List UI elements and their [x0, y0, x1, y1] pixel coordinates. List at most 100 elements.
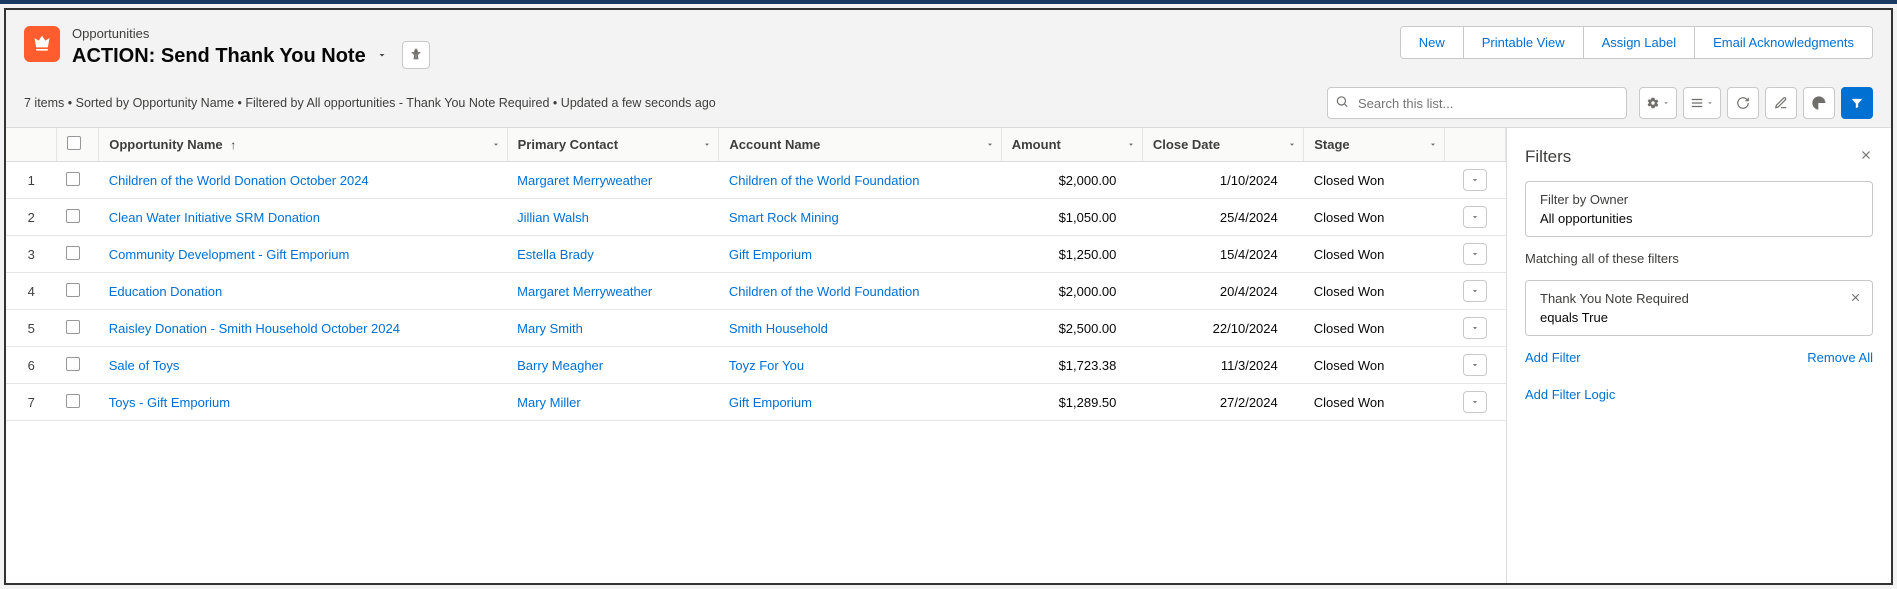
col-stage[interactable]: Stage [1304, 128, 1445, 162]
filter-button[interactable] [1841, 87, 1873, 119]
filter-rule-card[interactable]: Thank You Note Required equals True [1525, 280, 1873, 336]
primary-contact-link[interactable]: Barry Meagher [517, 358, 603, 373]
list-table: Opportunity Name ↑ Primary Contact Accou… [6, 128, 1506, 583]
filter-owner-label: Filter by Owner [1540, 192, 1858, 207]
opportunity-link[interactable]: Community Development - Gift Emporium [109, 247, 350, 262]
add-filter-logic-link[interactable]: Add Filter Logic [1525, 387, 1873, 402]
row-action-button[interactable] [1463, 317, 1487, 339]
row-checkbox[interactable] [66, 283, 80, 297]
opportunity-icon [24, 26, 60, 62]
row-select[interactable] [56, 384, 98, 421]
row-checkbox[interactable] [66, 357, 80, 371]
row-checkbox[interactable] [66, 320, 80, 334]
col-opportunity-name[interactable]: Opportunity Name ↑ [99, 128, 507, 162]
row-action-button[interactable] [1463, 354, 1487, 376]
filter-owner-card[interactable]: Filter by Owner All opportunities [1525, 181, 1873, 237]
col-select-all[interactable] [56, 128, 98, 162]
close-date-cell: 20/4/2024 [1142, 273, 1303, 310]
row-checkbox[interactable] [66, 246, 80, 260]
opportunity-link[interactable]: Children of the World Donation October 2… [109, 173, 369, 188]
row-action-button[interactable] [1463, 243, 1487, 265]
table-row: 4 Education Donation Margaret Merryweather… [6, 273, 1506, 310]
header-action-bar: New Printable View Assign Label Email Ac… [1400, 26, 1873, 59]
col-menu-icon[interactable] [491, 137, 501, 152]
col-primary-contact[interactable]: Primary Contact [507, 128, 719, 162]
list-view-title[interactable]: ACTION: Send Thank You Note [72, 45, 366, 68]
row-checkbox[interactable] [66, 394, 80, 408]
amount-cell: $2,000.00 [1001, 273, 1142, 310]
close-date-cell: 1/10/2024 [1142, 162, 1303, 199]
new-button[interactable]: New [1401, 27, 1463, 58]
account-link[interactable]: Smith Household [729, 321, 828, 336]
email-acknowledgments-button[interactable]: Email Acknowledgments [1694, 27, 1872, 58]
opportunity-link[interactable]: Education Donation [109, 284, 222, 299]
row-select[interactable] [56, 347, 98, 384]
list-view-picker[interactable] [374, 47, 390, 63]
row-action-button[interactable] [1463, 169, 1487, 191]
row-select[interactable] [56, 162, 98, 199]
table-row: 5Raisley Donation - Smith Household Octo… [6, 310, 1506, 347]
primary-contact-link[interactable]: Jillian Walsh [517, 210, 589, 225]
filter-owner-value: All opportunities [1540, 211, 1858, 226]
account-link[interactable]: Gift Emporium [729, 247, 812, 262]
col-menu-icon[interactable] [985, 137, 995, 152]
primary-contact-link[interactable]: Mary Smith [517, 321, 583, 336]
account-link[interactable]: Toyz For You [729, 358, 804, 373]
primary-contact-link[interactable]: Mary Miller [517, 395, 581, 410]
col-menu-icon[interactable] [1287, 137, 1297, 152]
col-close-date[interactable]: Close Date [1142, 128, 1303, 162]
row-checkbox[interactable] [66, 209, 80, 223]
add-filter-link[interactable]: Add Filter [1525, 350, 1581, 365]
row-action-button[interactable] [1463, 280, 1487, 302]
remove-all-link[interactable]: Remove All [1807, 350, 1873, 365]
row-number: 4 [6, 273, 56, 310]
primary-contact-link[interactable]: Margaret Merryweather [517, 284, 652, 299]
col-menu-icon[interactable] [1126, 137, 1136, 152]
row-number: 2 [6, 199, 56, 236]
search-input[interactable] [1327, 87, 1627, 119]
opportunity-link[interactable]: Raisley Donation - Smith Household Octob… [109, 321, 400, 336]
table-row: 7Toys - Gift EmporiumMary MillerGift Emp… [6, 384, 1506, 421]
pin-button[interactable] [402, 41, 430, 69]
stage-cell: Closed Won [1304, 199, 1445, 236]
filter-rule-op-val: equals True [1540, 310, 1858, 325]
primary-contact-link[interactable]: Estella Brady [517, 247, 594, 262]
select-all-checkbox[interactable] [67, 136, 81, 150]
col-label: Opportunity Name [109, 137, 222, 152]
printable-view-button[interactable]: Printable View [1463, 27, 1583, 58]
col-menu-icon[interactable] [1428, 137, 1438, 152]
refresh-button[interactable] [1727, 87, 1759, 119]
opportunity-link[interactable]: Toys - Gift Emporium [109, 395, 230, 410]
row-select[interactable] [56, 273, 98, 310]
account-link[interactable]: Children of the World Foundation [729, 284, 920, 299]
edit-button[interactable] [1765, 87, 1797, 119]
row-checkbox[interactable] [66, 172, 80, 186]
primary-contact-link[interactable]: Margaret Merryweather [517, 173, 652, 188]
row-select[interactable] [56, 199, 98, 236]
col-menu-icon[interactable] [702, 137, 712, 152]
opportunity-link[interactable]: Sale of Toys [109, 358, 180, 373]
account-link[interactable]: Smart Rock Mining [729, 210, 839, 225]
display-as-button[interactable] [1683, 87, 1721, 119]
list-settings-button[interactable] [1639, 87, 1677, 119]
col-amount[interactable]: Amount [1001, 128, 1142, 162]
table-row: 2 Clean Water Initiative SRM Donation Jill… [6, 199, 1506, 236]
opportunity-link[interactable]: Clean Water Initiative SRM Donation [109, 210, 320, 225]
close-filters-button[interactable] [1859, 146, 1873, 167]
row-action-button[interactable] [1463, 206, 1487, 228]
row-select[interactable] [56, 310, 98, 347]
row-action-button[interactable] [1463, 391, 1487, 413]
matching-label: Matching all of these filters [1525, 251, 1873, 266]
close-date-cell: 27/2/2024 [1142, 384, 1303, 421]
account-link[interactable]: Gift Emporium [729, 395, 812, 410]
remove-filter-button[interactable] [1849, 291, 1862, 307]
account-link[interactable]: Children of the World Foundation [729, 173, 920, 188]
list-meta: 7 items • Sorted by Opportunity Name • F… [24, 96, 716, 110]
assign-label-button[interactable]: Assign Label [1583, 27, 1694, 58]
amount-cell: $1,250.00 [1001, 236, 1142, 273]
chart-button[interactable] [1803, 87, 1835, 119]
col-label: Stage [1314, 137, 1349, 152]
table-row: 6Sale of ToysBarry MeagherToyz For You$1… [6, 347, 1506, 384]
col-account-name[interactable]: Account Name [719, 128, 1001, 162]
row-select[interactable] [56, 236, 98, 273]
